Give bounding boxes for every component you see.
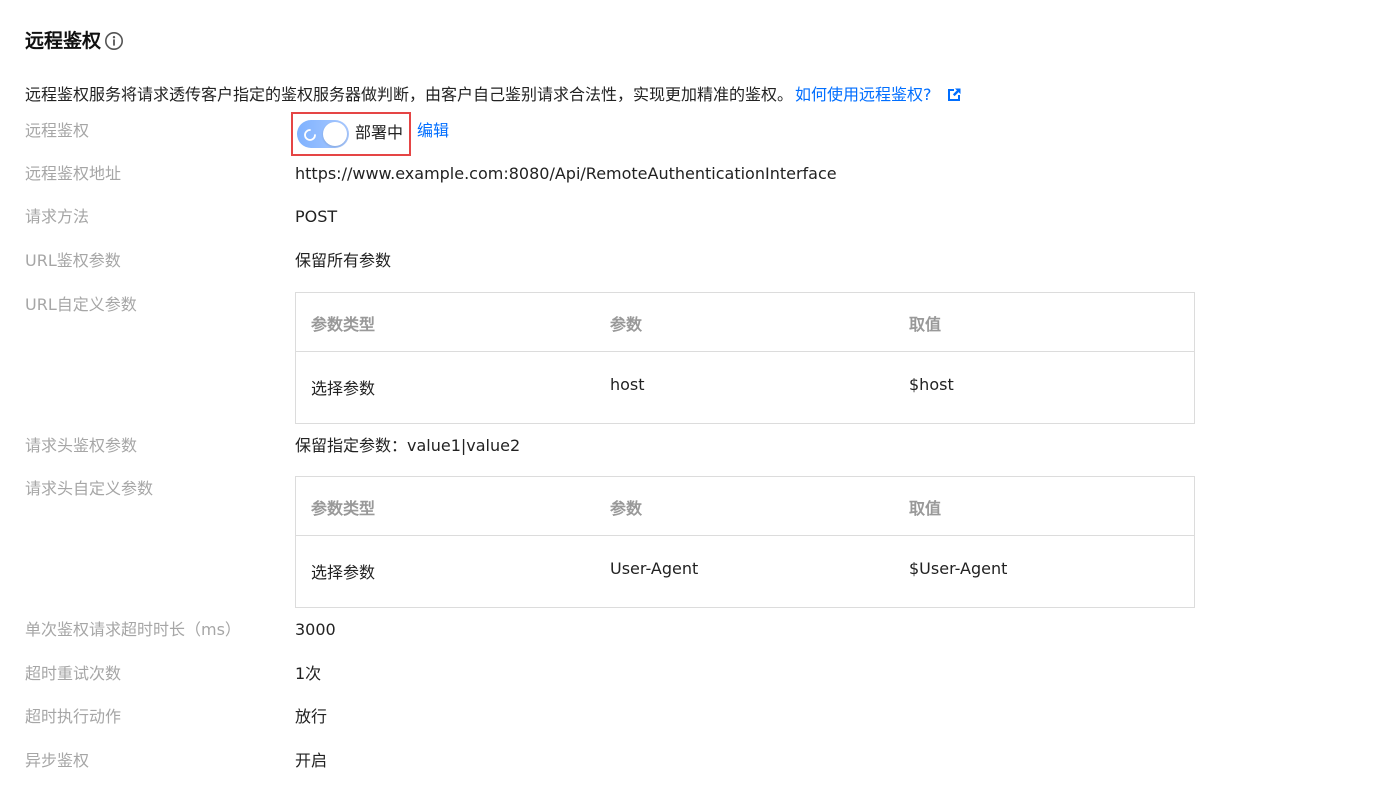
toggle-knob: [323, 122, 347, 146]
timeout-action-label: 超时执行动作: [25, 707, 122, 726]
retries-value: 1次: [295, 664, 322, 683]
header-params-label: 请求头鉴权参数: [25, 436, 138, 455]
header-params-value: 保留指定参数：value1|value2: [295, 436, 521, 455]
url-params-label: URL鉴权参数: [25, 251, 121, 270]
async-value: 开启: [295, 751, 328, 770]
info-circle-icon[interactable]: [104, 31, 124, 51]
table-cell: $User-Agent: [909, 559, 1008, 578]
timeout-action-value: 放行: [295, 707, 328, 726]
async-label: 异步鉴权: [25, 751, 90, 770]
toggle-highlight: 部署中: [291, 112, 411, 156]
table-cell: $host: [909, 375, 954, 394]
table-cell: User-Agent: [610, 559, 699, 578]
header-params-table: 参数类型 参数 取值 选择参数 User-Agent $User-Agent: [295, 476, 1195, 608]
help-link[interactable]: 如何使用远程鉴权?: [795, 83, 932, 107]
remote-auth-toggle[interactable]: [297, 120, 349, 148]
address-label: 远程鉴权地址: [25, 164, 122, 183]
retries-label: 超时重试次数: [25, 664, 122, 683]
external-link-icon[interactable]: [946, 87, 962, 103]
column-header: 取值: [909, 499, 942, 518]
column-header: 参数类型: [311, 315, 376, 334]
url-params-value: 保留所有参数: [295, 251, 392, 270]
edit-button[interactable]: 编辑: [417, 119, 449, 143]
table-header: 参数类型 参数 取值: [296, 477, 1194, 536]
section-title: 远程鉴权: [25, 30, 102, 52]
table-cell: 选择参数: [311, 379, 376, 398]
table-header: 参数类型 参数 取值: [296, 293, 1194, 352]
column-header: 参数类型: [311, 499, 376, 518]
timeout-label: 单次鉴权请求超时时长（ms）: [25, 620, 241, 639]
toggle-status: 部署中: [355, 123, 404, 142]
column-header: 参数: [610, 315, 643, 334]
column-header: 取值: [909, 315, 942, 334]
table-cell: 选择参数: [311, 563, 376, 582]
url-params-table: 参数类型 参数 取值 选择参数 host $host: [295, 292, 1195, 424]
table-cell: host: [610, 375, 645, 394]
table-row: 选择参数 host $host: [296, 352, 1194, 423]
toggle-label: 远程鉴权: [25, 121, 90, 140]
loading-spinner-icon: [303, 127, 317, 141]
method-value: POST: [295, 207, 338, 226]
description-text: 远程鉴权服务将请求透传客户指定的鉴权服务器做判断，由客户自己鉴别请求合法性，实现…: [25, 85, 794, 104]
header-custom-label: 请求头自定义参数: [25, 479, 154, 498]
timeout-value: 3000: [295, 620, 336, 639]
method-label: 请求方法: [25, 207, 90, 226]
address-value: https://www.example.com:8080/Api/RemoteA…: [295, 164, 837, 183]
description: 远程鉴权服务将请求透传客户指定的鉴权服务器做判断，由客户自己鉴别请求合法性，实现…: [25, 83, 962, 107]
table-row: 选择参数 User-Agent $User-Agent: [296, 536, 1194, 607]
column-header: 参数: [610, 499, 643, 518]
url-custom-label: URL自定义参数: [25, 295, 137, 314]
section-header: 远程鉴权: [25, 28, 124, 54]
